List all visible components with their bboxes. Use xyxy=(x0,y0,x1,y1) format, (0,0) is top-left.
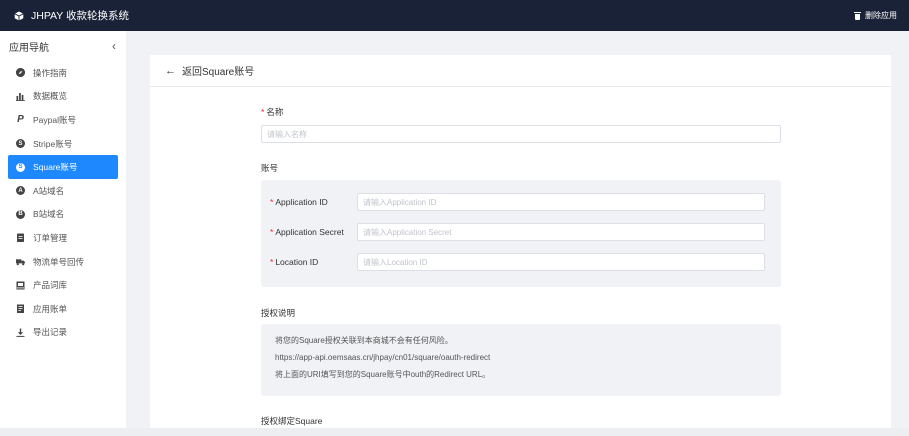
cube-logo-icon xyxy=(14,11,24,21)
sidebar-item-bills[interactable]: 应用账单 xyxy=(8,297,118,321)
sidebar-item-stripe[interactable]: S Stripe账号 xyxy=(8,132,118,156)
letter-b-icon: B xyxy=(16,209,25,219)
sidebar-item-paypal[interactable]: P Paypal账号 xyxy=(8,108,118,132)
name-label: * 名称 xyxy=(261,106,283,118)
account-box: *Application ID *Application Secret *Loc… xyxy=(261,180,781,287)
auth-description-box: 将您的Square授权关联到本商城不会有任何风险。 https://app-ap… xyxy=(261,324,781,396)
clipboard-icon xyxy=(16,233,25,243)
location-id-row: * Location ID xyxy=(270,253,765,271)
delete-app-button[interactable]: 删除应用 xyxy=(854,10,897,21)
sidebar-item-label: Stripe账号 xyxy=(33,138,73,149)
location-id-label: * Location ID xyxy=(270,257,357,267)
chevron-left-icon[interactable]: ‹ xyxy=(112,39,116,53)
download-icon xyxy=(16,328,25,337)
sidebar-item-label: 物流单号回传 xyxy=(33,256,85,267)
required-mark: * xyxy=(270,197,274,207)
application-secret-label: * Application Secret xyxy=(270,227,357,237)
stripe-icon: S xyxy=(16,139,25,149)
arrow-left-icon: ← xyxy=(165,64,176,77)
bill-icon xyxy=(16,304,25,314)
sidebar-item-a-domain[interactable]: A A站域名 xyxy=(8,179,118,203)
bar-chart-icon xyxy=(16,92,25,101)
account-section-label: 账号 xyxy=(261,163,279,173)
application-id-row: * Application ID xyxy=(270,193,765,211)
back-label: 返回Square账号 xyxy=(182,67,255,78)
required-mark: * xyxy=(270,257,274,267)
sidebar-item-orders[interactable]: 订单管理 xyxy=(8,226,118,250)
sidebar: 应用导航 ‹ 操作指南 数据概览 P Paypal账号 S Stripe账号 S… xyxy=(0,31,126,436)
auth-section-label: 授权说明 xyxy=(261,308,296,318)
square-icon: S xyxy=(16,162,25,172)
sidebar-item-label: 订单管理 xyxy=(33,232,68,243)
sidebar-item-guide[interactable]: 操作指南 xyxy=(8,61,118,85)
sidebar-menu: 操作指南 数据概览 P Paypal账号 S Stripe账号 S Square… xyxy=(0,61,126,344)
sidebar-title: 应用导航 xyxy=(9,42,49,54)
sidebar-item-label: 数据概览 xyxy=(33,91,68,102)
sidebar-item-label: A站域名 xyxy=(33,185,65,196)
sidebar-header: 应用导航 ‹ xyxy=(0,31,126,61)
application-id-label-text: Application ID xyxy=(275,197,328,207)
delete-app-label: 删除应用 xyxy=(865,11,897,20)
truck-icon xyxy=(16,257,25,266)
top-bar: JHPAY 收款轮换系统 删除应用 xyxy=(0,0,909,31)
trash-icon xyxy=(854,11,861,20)
auth-line: 将您的Square授权关联到本商城不会有任何风险。 xyxy=(275,336,453,345)
sidebar-item-label: 产品词库 xyxy=(33,280,68,291)
main-panel: ← 返回Square账号 *名称 账号 *Application ID *App… xyxy=(150,55,891,436)
sidebar-item-overview[interactable]: 数据概览 xyxy=(8,85,118,109)
auth-redirect-url: https://app-api.oemsaas.cn/jhpay/cn01/sq… xyxy=(275,353,491,362)
sidebar-item-exports[interactable]: 导出记录 xyxy=(8,321,118,345)
sidebar-item-logistics[interactable]: 物流单号回传 xyxy=(8,250,118,274)
required-mark: * xyxy=(261,107,265,117)
sidebar-item-label: 操作指南 xyxy=(33,67,68,78)
application-secret-label-text: Application Secret xyxy=(275,227,344,237)
sidebar-item-b-domain[interactable]: B B站域名 xyxy=(8,203,118,227)
back-link[interactable]: ← 返回Square账号 xyxy=(150,55,891,87)
name-label-text: 名称 xyxy=(266,107,284,117)
bottom-strip xyxy=(0,428,909,436)
bind-square-label: 授权绑定Square xyxy=(261,416,323,426)
book-icon xyxy=(16,281,25,290)
application-id-label: * Application ID xyxy=(270,197,357,207)
letter-a-icon: A xyxy=(16,186,25,196)
sidebar-item-label: 应用账单 xyxy=(33,303,68,314)
sidebar-item-label: Square账号 xyxy=(33,162,78,173)
auth-line: 将上面的URI填写到您的Square账号中outh的Redirect URL。 xyxy=(275,370,491,379)
app-title: JHPAY 收款轮换系统 xyxy=(31,10,130,22)
sidebar-item-label: B站域名 xyxy=(33,209,65,220)
application-id-input[interactable] xyxy=(357,193,765,211)
compass-icon xyxy=(16,68,25,78)
application-secret-input[interactable] xyxy=(357,223,765,241)
location-id-input[interactable] xyxy=(357,253,765,271)
application-secret-row: * Application Secret xyxy=(270,223,765,241)
brand: JHPAY 收款轮换系统 xyxy=(14,8,129,23)
required-mark: * xyxy=(270,227,274,237)
sidebar-item-label: Paypal账号 xyxy=(33,114,76,125)
paypal-icon: P xyxy=(17,114,24,126)
sidebar-item-square[interactable]: S Square账号 xyxy=(8,155,118,179)
name-input[interactable] xyxy=(261,125,781,143)
location-id-label-text: Location ID xyxy=(275,257,319,267)
sidebar-item-label: 导出记录 xyxy=(33,327,68,338)
sidebar-item-products[interactable]: 产品词库 xyxy=(8,273,118,297)
